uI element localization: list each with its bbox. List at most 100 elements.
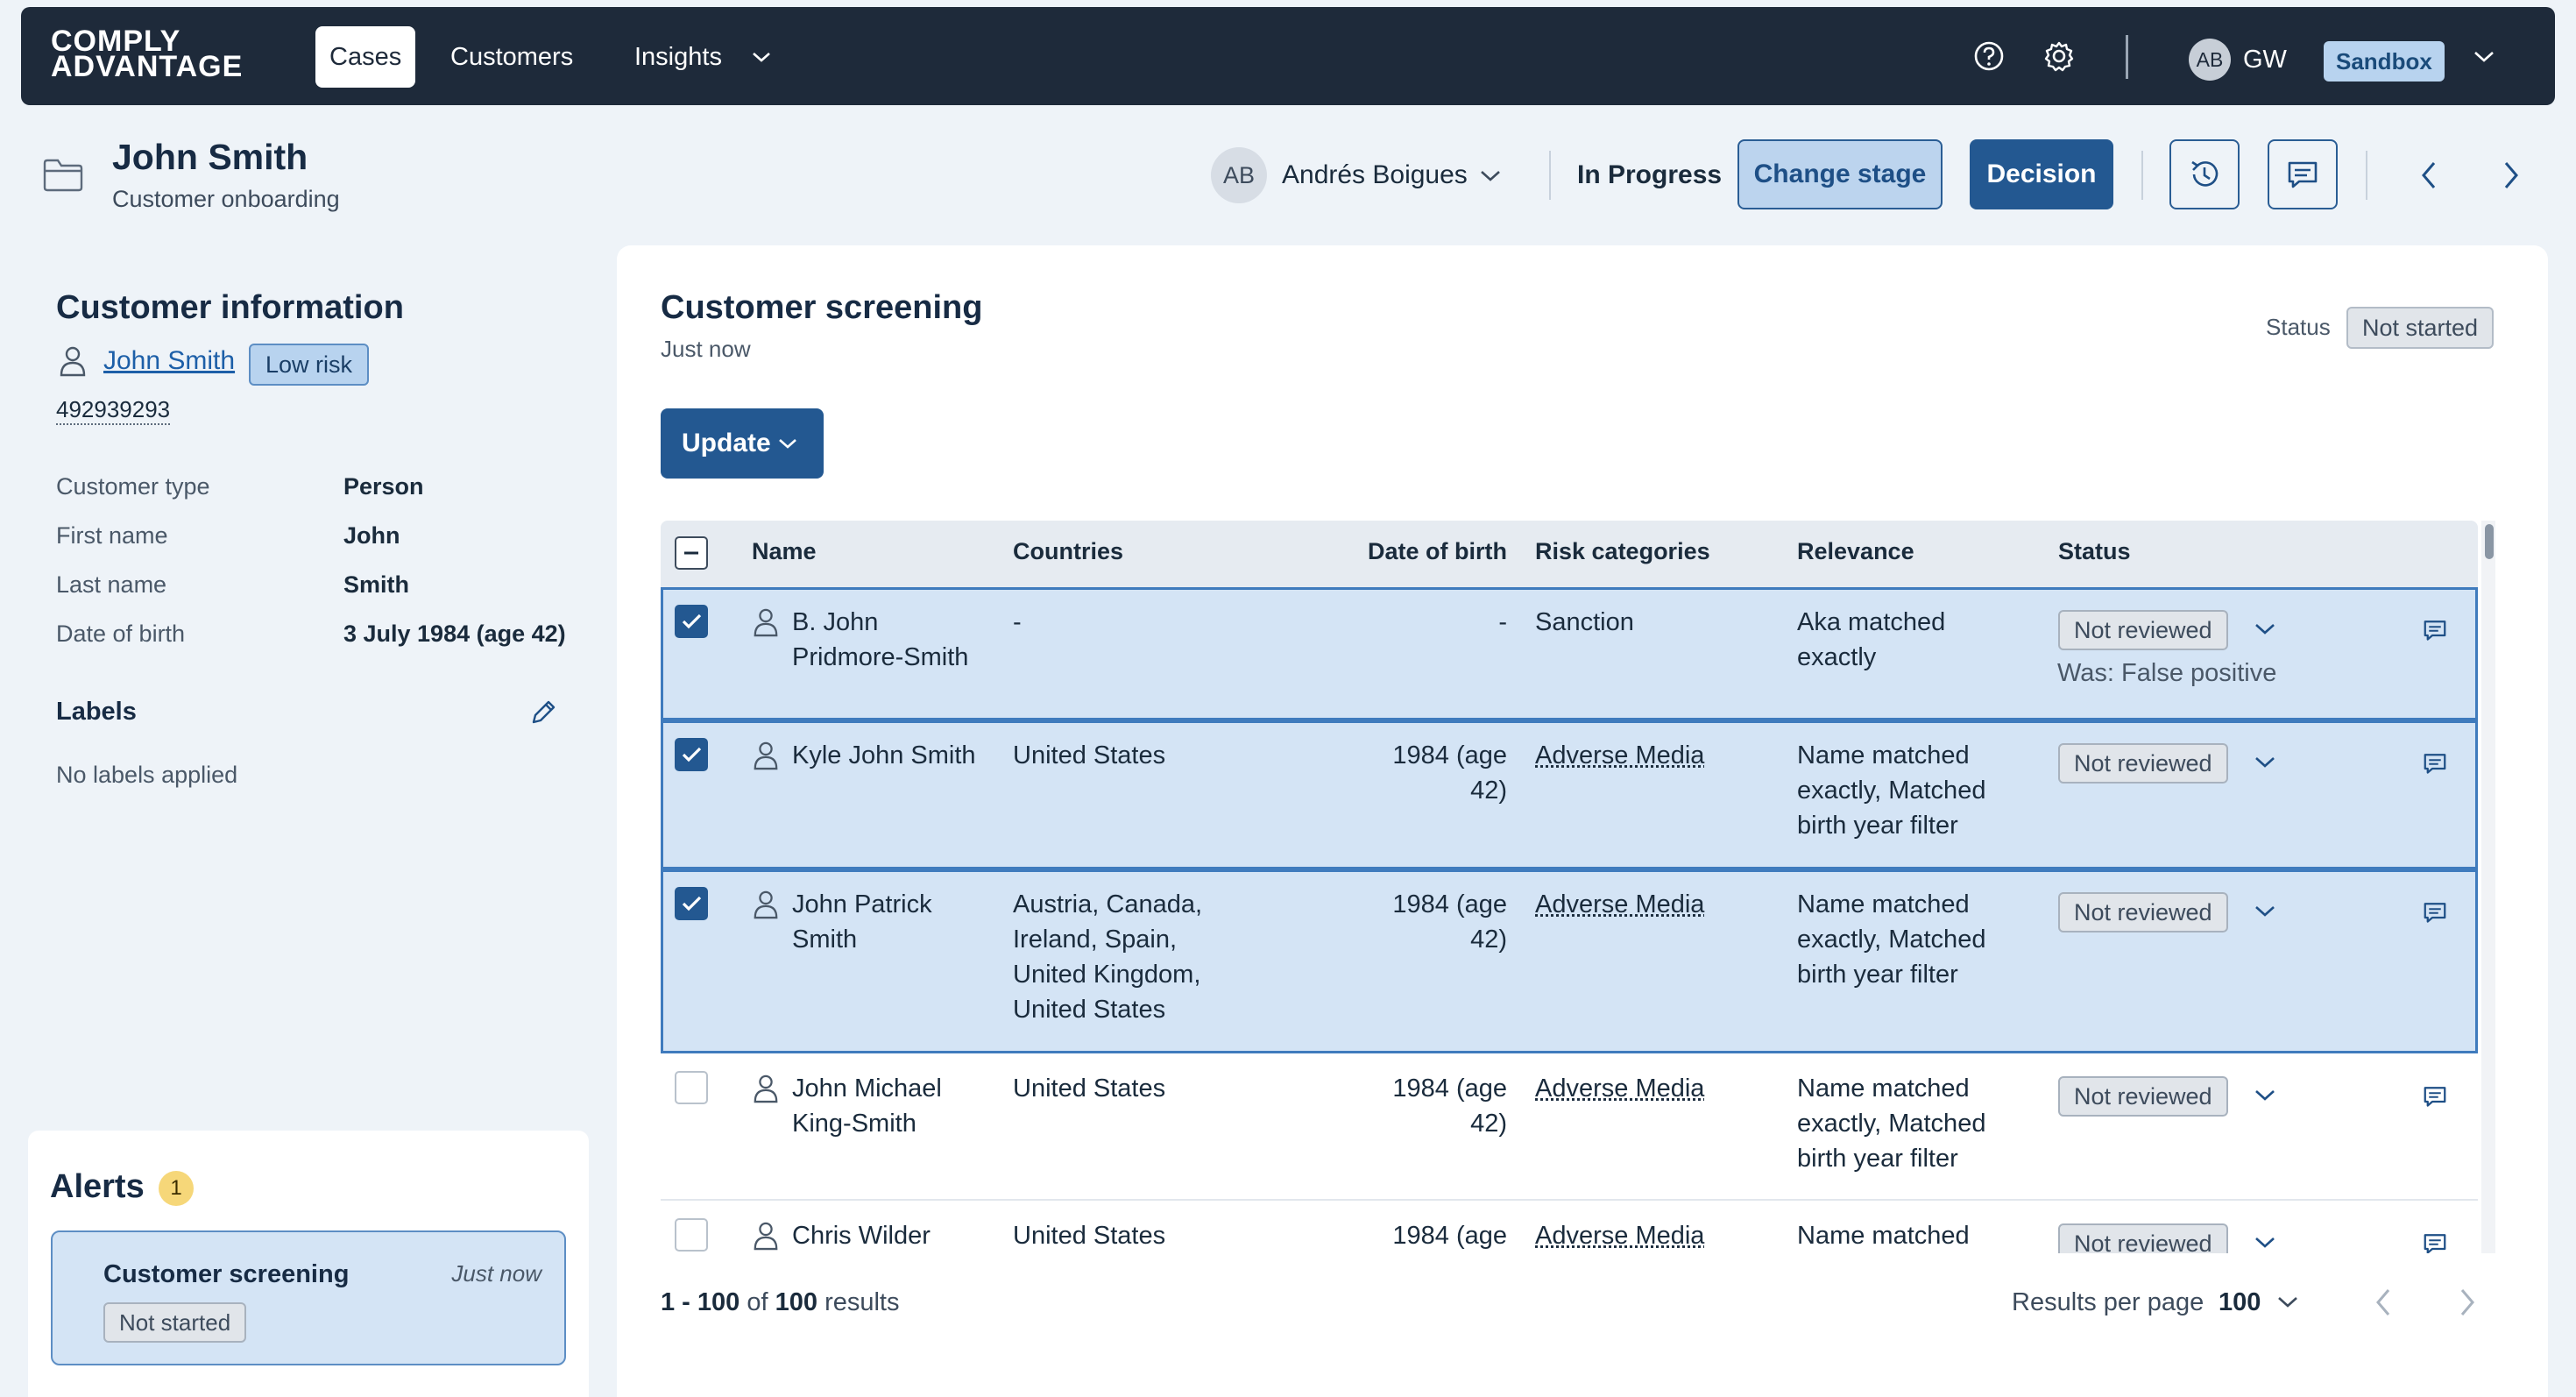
update-button[interactable]: Update: [661, 408, 824, 479]
match-name-line: John Patrick: [792, 890, 932, 918]
alert-item-title: Customer screening: [103, 1260, 350, 1288]
row-checkbox[interactable]: [675, 887, 708, 920]
match-countries-line: Ireland, Spain,: [1013, 925, 1178, 954]
update-button-label: Update: [682, 429, 771, 457]
match-dob: 1984 (age 42): [1367, 738, 1507, 808]
table-header: Name Countries Date of birth Risk catego…: [661, 521, 2478, 587]
help-icon[interactable]: [1971, 39, 2006, 74]
match-risk-category[interactable]: Adverse Media: [1535, 887, 1704, 922]
match-risk-category-line: Sanction: [1535, 608, 1634, 636]
column-relevance[interactable]: Relevance: [1797, 538, 1914, 565]
nav-cases-tab[interactable]: Cases: [315, 26, 416, 88]
first-name-label: First name: [56, 522, 168, 549]
match-risk-category-line: Adverse Media: [1535, 1222, 1705, 1250]
match-status-select[interactable]: Not reviewed: [2058, 1223, 2228, 1253]
column-countries[interactable]: Countries: [1013, 538, 1123, 565]
chevron-down-icon[interactable]: [2252, 1232, 2278, 1253]
results-of: of: [747, 1288, 768, 1316]
chevron-down-icon[interactable]: [2252, 901, 2278, 922]
comments-button[interactable]: [2268, 139, 2338, 209]
match-relevance-line: birth year filter: [1797, 1145, 1958, 1173]
match-risk-category[interactable]: Adverse Media: [1535, 738, 1704, 773]
brand-logo[interactable]: COMPLY ADVANTAGE: [51, 26, 243, 82]
match-name-line: Kyle John Smith: [792, 741, 976, 769]
user-initials[interactable]: GW: [2243, 46, 2287, 74]
select-all-checkbox[interactable]: [675, 536, 708, 570]
chevron-down-icon[interactable]: [2252, 1085, 2278, 1106]
results-per-page-select[interactable]: 100: [2219, 1288, 2261, 1317]
match-relevance-line: birth year filter: [1797, 812, 1958, 840]
match-status-select[interactable]: Not reviewed: [2058, 892, 2228, 933]
nav-customers-tab[interactable]: Customers: [436, 26, 587, 88]
comment-icon[interactable]: [2422, 1230, 2448, 1253]
comment-icon[interactable]: [2422, 617, 2448, 643]
match-name-line: King-Smith: [792, 1110, 916, 1138]
customer-id[interactable]: 492939293: [56, 396, 171, 425]
chevron-right-icon[interactable]: [2453, 1285, 2481, 1320]
table-row[interactable]: John Michael King-Smith United States 1984 …: [661, 1053, 2478, 1201]
chevron-right-icon[interactable]: [2497, 158, 2525, 193]
match-dob-line: 1984 (age 42): [1392, 890, 1507, 954]
match-name-line: Pridmore-Smith: [792, 643, 969, 671]
match-status-select[interactable]: Not reviewed: [2058, 1076, 2228, 1117]
screening-status-label: Status: [2266, 314, 2331, 340]
column-status[interactable]: Status: [2058, 538, 2131, 565]
match-relevance-line: Name matched: [1797, 1074, 1970, 1103]
chevron-left-icon[interactable]: [2415, 158, 2443, 193]
match-relevance-line: Name matched: [1797, 890, 1970, 918]
table-row[interactable]: John Patrick Smith Austria, Canada, Ireland…: [661, 869, 2478, 1053]
match-risk-category[interactable]: Adverse Media: [1535, 1218, 1704, 1253]
top-navigation-bar: COMPLY ADVANTAGE Cases Customers Insight…: [21, 7, 2555, 105]
customer-name-link[interactable]: John Smith: [103, 346, 235, 376]
table-row[interactable]: Kyle John Smith United States 1984 (age 42…: [661, 720, 2478, 869]
table-scrollbar-thumb[interactable]: [2485, 524, 2494, 559]
row-checkbox[interactable]: [675, 605, 708, 638]
assignee-name[interactable]: Andrés Boigues: [1282, 160, 1468, 190]
comment-icon[interactable]: [2422, 899, 2448, 925]
history-button[interactable]: [2169, 139, 2240, 209]
chevron-down-icon[interactable]: [2471, 46, 2497, 67]
column-risk-categories[interactable]: Risk categories: [1535, 538, 1710, 565]
folder-icon: [43, 159, 83, 192]
row-checkbox[interactable]: [675, 1218, 708, 1252]
chevron-down-icon[interactable]: [2275, 1292, 2301, 1313]
gear-icon[interactable]: [2042, 39, 2077, 74]
screening-time: Just now: [661, 336, 751, 362]
table-row[interactable]: B. John Pridmore-Smith - - Sanction Aka match…: [661, 587, 2478, 720]
comment-icon[interactable]: [2422, 1083, 2448, 1110]
comment-icon[interactable]: [2422, 750, 2448, 777]
match-dob: 1984 (age 42): [1367, 887, 1507, 957]
no-labels-text: No labels applied: [56, 762, 238, 788]
row-checkbox[interactable]: [675, 1071, 708, 1104]
pencil-icon[interactable]: [528, 698, 558, 727]
table-scrollbar[interactable]: [2481, 521, 2495, 1253]
history-icon: [2191, 160, 2219, 187]
match-name: John Michael King-Smith: [792, 1071, 1020, 1141]
person-icon: [754, 890, 778, 919]
match-status-select[interactable]: Not reviewed: [2058, 743, 2228, 784]
assignee-avatar[interactable]: AB: [1211, 147, 1267, 203]
chevron-left-icon[interactable]: [2369, 1285, 2397, 1320]
customer-type-label: Customer type: [56, 473, 210, 500]
change-stage-button[interactable]: Change stage: [1737, 139, 1943, 209]
alert-item-customer-screening[interactable]: Customer screening Just now Not started: [51, 1230, 566, 1365]
case-stage: In Progress: [1577, 160, 1723, 189]
chevron-down-icon[interactable]: [1477, 165, 1504, 186]
match-status-select[interactable]: Not reviewed: [2058, 610, 2228, 650]
match-countries-line: United States: [1013, 996, 1166, 1024]
nav-insights-menu[interactable]: Insights: [620, 26, 775, 88]
row-checkbox[interactable]: [675, 738, 708, 771]
chevron-down-icon[interactable]: [2252, 752, 2278, 773]
match-relevance-line: Name matched: [1797, 741, 1970, 769]
table-row[interactable]: Chris Wilder United States 1984 (age 42) Ad…: [661, 1201, 2478, 1253]
match-name-line: John Michael: [792, 1074, 942, 1103]
match-dob: 1984 (age 42): [1367, 1071, 1507, 1141]
match-dob: -: [1367, 605, 1507, 640]
decision-button[interactable]: Decision: [1970, 139, 2113, 209]
column-date-of-birth[interactable]: Date of birth: [1367, 538, 1507, 565]
chevron-down-icon[interactable]: [2252, 619, 2278, 640]
column-name[interactable]: Name: [752, 538, 817, 565]
alerts-title: Alerts: [50, 1168, 145, 1205]
user-avatar[interactable]: AB: [2189, 39, 2231, 81]
match-risk-category[interactable]: Adverse Media: [1535, 1071, 1704, 1106]
